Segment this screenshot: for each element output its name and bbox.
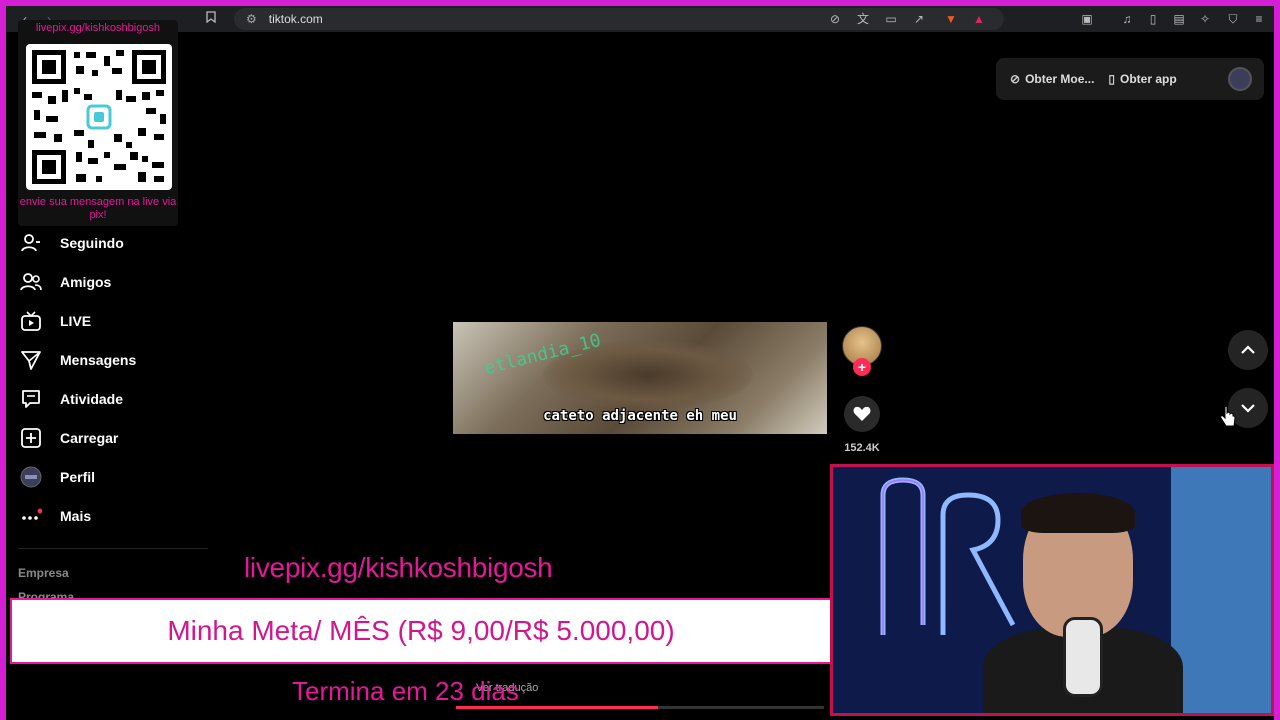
bookmark-icon[interactable] xyxy=(202,10,220,28)
get-app-label: Obter app xyxy=(1120,72,1177,86)
sidebar-item-live[interactable]: LIVE xyxy=(20,306,210,336)
donation-goal-text: Minha Meta/ MÊS (R$ 9,00/R$ 5.000,00) xyxy=(167,615,675,646)
qr-overlay: livepix.gg/kishkoshbigosh envie sua mens… xyxy=(18,20,178,226)
get-coins-label: Obter Moe... xyxy=(1025,72,1095,86)
stream-frame: ‹ › ⚙ tiktok.com ⊘ 文 ▭ ↗ ▼ ▲ ▣ ♫ ▯ ▤ ✧ ⛉… xyxy=(0,0,1280,720)
hand-cursor-icon xyxy=(1220,405,1236,433)
extensions-icon[interactable]: ▣ xyxy=(1078,10,1096,28)
wallet-icon[interactable]: ▤ xyxy=(1170,10,1188,28)
sidebar-item-label: Seguindo xyxy=(60,235,124,251)
sidebar-icon[interactable]: ▯ xyxy=(1144,10,1162,28)
like-count: 152.4K xyxy=(844,442,880,454)
avatar-icon xyxy=(20,466,42,488)
footer-link-empresa[interactable]: Empresa xyxy=(18,566,69,580)
sidebar-item-label: Perfil xyxy=(60,469,96,485)
sidebar-item-label: Atividade xyxy=(60,391,124,407)
screenshot-icon[interactable]: ▭ xyxy=(882,10,900,28)
video-player[interactable]: etlandia_10 cateto adjacente eh meu xyxy=(453,322,827,434)
sidebar-item-label: Carregar xyxy=(60,430,119,446)
chevron-down-icon xyxy=(1241,404,1255,413)
get-app-button[interactable]: ▯ Obter app xyxy=(1108,72,1176,86)
sidebar-item-mensagens[interactable]: Mensagens xyxy=(20,345,210,375)
more-icon xyxy=(20,505,42,527)
heart-icon xyxy=(853,406,871,421)
qr-url: livepix.gg/kishkoshbigosh xyxy=(35,22,161,34)
like-button[interactable] xyxy=(844,396,880,432)
sidebar-item-carregar[interactable]: Carregar xyxy=(20,423,210,453)
coin-icon: ⊘ xyxy=(1010,72,1021,86)
live-tv-icon xyxy=(20,310,42,332)
url-text: tiktok.com xyxy=(268,12,323,26)
webcam-background-wall xyxy=(1171,467,1271,713)
chevron-up-icon xyxy=(1241,345,1255,354)
webcam-overlay xyxy=(830,464,1274,716)
menu-icon[interactable]: ≡ xyxy=(1250,10,1268,28)
streamer-figure xyxy=(983,493,1183,713)
shield-icon[interactable]: ⛉ xyxy=(1224,10,1242,28)
video-progress-bar[interactable] xyxy=(456,706,824,709)
sidebar-item-seguindo[interactable]: Seguindo xyxy=(20,228,210,258)
profile-avatar[interactable] xyxy=(1228,67,1252,91)
sidebar-item-label: Amigos xyxy=(60,274,112,290)
video-progress-fill xyxy=(456,706,659,709)
brave-rewards-icon[interactable]: ▲ xyxy=(970,10,988,28)
activity-icon xyxy=(20,388,42,410)
streamer-hair xyxy=(1021,493,1135,533)
video-caption: cateto adjacente eh meu xyxy=(543,408,737,424)
sidebar-item-amigos[interactable]: Amigos xyxy=(20,267,210,297)
share-icon[interactable]: ↗ xyxy=(910,10,928,28)
previous-video-button[interactable] xyxy=(1228,330,1268,370)
vpn-icon[interactable]: ✧ xyxy=(1196,10,1214,28)
qr-message: envie sua mensagem na live via pix! xyxy=(19,196,177,221)
sidebar-item-mais[interactable]: Mais xyxy=(20,501,210,531)
microphone-icon xyxy=(1063,617,1103,697)
sidebar-item-label: LIVE xyxy=(60,313,92,329)
sidebar-item-label: Mais xyxy=(60,508,92,524)
sidebar-divider xyxy=(18,548,208,549)
sidebar-item-label: Mensagens xyxy=(60,352,137,368)
browser-toolbar: ‹ › ⚙ tiktok.com ⊘ 文 ▭ ↗ ▼ ▲ ▣ ♫ ▯ ▤ ✧ ⛉… xyxy=(6,6,1274,32)
tracking-icon[interactable]: ⊘ xyxy=(826,10,844,28)
get-coins-button[interactable]: ⊘ Obter Moe... xyxy=(1010,72,1094,86)
phone-icon: ▯ xyxy=(1108,72,1116,86)
messages-icon xyxy=(20,349,42,371)
sidebar-item-perfil[interactable]: Perfil xyxy=(20,462,210,492)
livepix-url-overlay: livepix.gg/kishkoshbigosh xyxy=(244,552,553,583)
brave-shield-icon[interactable]: ▼ xyxy=(942,10,960,28)
site-settings-icon[interactable]: ⚙ xyxy=(246,12,257,26)
person-icon xyxy=(20,232,42,254)
donation-goal-bar: Minha Meta/ MÊS (R$ 9,00/R$ 5.000,00) xyxy=(10,598,832,664)
qr-code xyxy=(26,44,172,190)
media-icon[interactable]: ♫ xyxy=(1118,10,1136,28)
sidebar-item-atividade[interactable]: Atividade xyxy=(20,384,210,414)
translate-icon[interactable]: 文 xyxy=(854,10,872,28)
friends-icon xyxy=(20,271,42,293)
upload-icon xyxy=(20,427,42,449)
header-actions: ⊘ Obter Moe... ▯ Obter app xyxy=(996,58,1264,100)
follow-plus-icon[interactable]: + xyxy=(853,358,871,376)
goal-end-text: Termina em 23 dias xyxy=(292,676,519,706)
